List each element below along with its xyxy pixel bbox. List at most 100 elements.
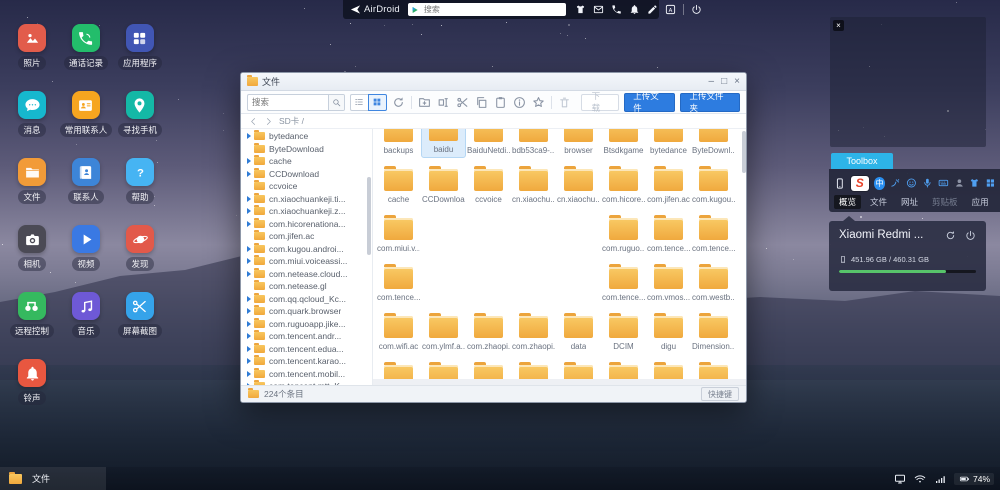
device-power-icon[interactable] bbox=[965, 230, 976, 241]
desktop-icon-screenshot[interactable]: 屏幕截图 bbox=[118, 292, 162, 359]
tree-item[interactable]: com.miui.voiceassi... bbox=[241, 255, 372, 268]
a-box-icon[interactable]: A bbox=[665, 4, 676, 15]
grid-item[interactable]: backups bbox=[376, 129, 421, 158]
search-icon[interactable] bbox=[328, 95, 344, 110]
grid-item[interactable]: com.kugou... bbox=[691, 158, 736, 207]
cut-icon[interactable] bbox=[456, 96, 469, 109]
upload-folder-button[interactable]: 上传文件夹 bbox=[680, 93, 740, 112]
tree-item[interactable]: cache bbox=[241, 155, 372, 168]
expand-arrow-icon[interactable] bbox=[247, 308, 254, 314]
grid-item[interactable]: baidu bbox=[421, 129, 466, 158]
tree-item[interactable]: com.netease.gl bbox=[241, 280, 372, 293]
refresh-device-icon[interactable] bbox=[945, 230, 956, 241]
taskbar-item-files[interactable]: 文件 bbox=[0, 467, 106, 490]
tree-item[interactable]: com.kugou.androi... bbox=[241, 243, 372, 256]
shortcut-keys-button[interactable]: 快捷键 bbox=[701, 387, 739, 401]
grid-item[interactable]: cache bbox=[376, 158, 421, 207]
voice-icon[interactable] bbox=[922, 177, 933, 189]
info-icon[interactable] bbox=[513, 96, 526, 109]
tree-item[interactable]: com.qq.qcloud_Kc... bbox=[241, 293, 372, 306]
desktop-icon-discover[interactable]: 发现 bbox=[126, 225, 154, 292]
toolbox-tab-应用[interactable]: 应用 bbox=[967, 195, 994, 209]
grid-item[interactable]: com.tence... bbox=[376, 256, 421, 305]
wifi-icon[interactable] bbox=[914, 473, 926, 485]
expand-arrow-icon[interactable] bbox=[247, 133, 254, 139]
grid-item[interactable]: cn.xiaochu... bbox=[511, 158, 556, 207]
tree-item[interactable]: ccvoice bbox=[241, 180, 372, 193]
expand-arrow-icon[interactable] bbox=[247, 208, 254, 214]
toolbox-tab-概览[interactable]: 概览 bbox=[834, 195, 861, 209]
skin-icon[interactable] bbox=[969, 177, 980, 189]
toolbox-tab-文件[interactable]: 文件 bbox=[865, 195, 892, 209]
chinese-input-icon[interactable]: 中 bbox=[874, 177, 886, 190]
phone-icon[interactable] bbox=[611, 4, 622, 15]
copy-icon[interactable] bbox=[475, 96, 488, 109]
desktop-icon-contacts[interactable]: 联系人 bbox=[68, 158, 104, 225]
tree-item[interactable]: ByteDownload bbox=[241, 143, 372, 156]
expand-arrow-icon[interactable] bbox=[247, 333, 254, 339]
contact-icon[interactable] bbox=[954, 177, 965, 189]
expand-arrow-icon[interactable] bbox=[247, 321, 254, 327]
grid-item[interactable]: digu bbox=[646, 305, 691, 354]
back-icon[interactable] bbox=[249, 117, 258, 126]
grid-item[interactable]: com.tence... bbox=[646, 207, 691, 256]
file-search[interactable] bbox=[247, 94, 345, 111]
grid-item[interactable]: Btsdkgame bbox=[601, 129, 646, 158]
maximize-button[interactable]: □ bbox=[721, 77, 727, 87]
grid-item[interactable]: com.hicore... bbox=[601, 158, 646, 207]
desktop-icon-find-phone[interactable]: 寻找手机 bbox=[118, 91, 162, 158]
phone-icon[interactable] bbox=[834, 177, 846, 190]
expand-arrow-icon[interactable] bbox=[247, 158, 254, 164]
grid-hscrollbar[interactable] bbox=[373, 379, 746, 385]
refresh-icon[interactable] bbox=[392, 96, 405, 109]
apps-grid-icon[interactable] bbox=[985, 177, 996, 189]
grid-item[interactable]: com.tence... bbox=[601, 256, 646, 305]
tree-item[interactable]: bytedance bbox=[241, 130, 372, 143]
forward-icon[interactable] bbox=[264, 117, 273, 126]
grid-scrollbar[interactable] bbox=[742, 131, 746, 173]
handwriting-icon[interactable] bbox=[890, 177, 901, 189]
grid-item[interactable]: com.vmos... bbox=[646, 256, 691, 305]
new-folder-icon[interactable] bbox=[418, 96, 431, 109]
tree-item[interactable]: com.tencent.edua... bbox=[241, 343, 372, 356]
grid-item[interactable]: com.tence... bbox=[691, 207, 736, 256]
expand-arrow-icon[interactable] bbox=[247, 221, 254, 227]
bell-icon[interactable] bbox=[629, 4, 640, 15]
tree-item[interactable]: com.ruguoapp.jike... bbox=[241, 318, 372, 331]
expand-arrow-icon[interactable] bbox=[247, 383, 254, 385]
battery-indicator[interactable]: 74% bbox=[954, 473, 994, 485]
tree-item[interactable]: CCDownload bbox=[241, 168, 372, 181]
grid-item[interactable]: com.westb... bbox=[691, 256, 736, 305]
desktop-icon-messages[interactable]: 消息 bbox=[18, 91, 46, 158]
download-button[interactable]: 下载 bbox=[581, 94, 620, 111]
expand-arrow-icon[interactable] bbox=[247, 196, 254, 202]
grid-item[interactable]: BaiduNetdi... bbox=[466, 129, 511, 158]
desktop-icon-remote-control[interactable]: 远程控制 bbox=[10, 292, 54, 359]
grid-item[interactable]: DCIM bbox=[601, 305, 646, 354]
desktop-icon-call-log[interactable]: 通话记录 bbox=[64, 24, 108, 91]
close-button[interactable]: × bbox=[734, 77, 740, 87]
tree-item[interactable]: com.netease.cloud... bbox=[241, 268, 372, 281]
pencil-icon[interactable] bbox=[647, 4, 658, 15]
mail-icon[interactable] bbox=[593, 4, 604, 15]
delete-icon[interactable] bbox=[558, 96, 571, 109]
emoji-icon[interactable] bbox=[906, 177, 917, 189]
expand-arrow-icon[interactable] bbox=[247, 358, 254, 364]
tree-item[interactable]: com.jifen.ac bbox=[241, 230, 372, 243]
sogou-input-icon[interactable]: S bbox=[851, 176, 869, 191]
desktop-icon-camera[interactable]: 相机 bbox=[18, 225, 46, 292]
desktop-icon-photos[interactable]: 照片 bbox=[18, 24, 46, 91]
expand-arrow-icon[interactable] bbox=[247, 346, 254, 352]
toolbox-tab-网址[interactable]: 网址 bbox=[896, 195, 923, 209]
grid-item[interactable]: com.ruguo... bbox=[601, 207, 646, 256]
window-titlebar[interactable]: 文件 – □ × bbox=[241, 73, 746, 91]
tree-item[interactable]: com.tencent.mobil... bbox=[241, 368, 372, 381]
expand-arrow-icon[interactable] bbox=[247, 271, 254, 277]
upload-file-button[interactable]: 上传文件 bbox=[624, 93, 675, 112]
toolbox-tab[interactable]: Toolbox bbox=[831, 153, 893, 169]
expand-arrow-icon[interactable] bbox=[247, 371, 254, 377]
desktop-icon-music[interactable]: 音乐 bbox=[72, 292, 100, 359]
tree-scrollbar[interactable] bbox=[367, 177, 371, 255]
grid-item[interactable]: bytedance bbox=[646, 129, 691, 158]
grid-item[interactable]: com.ylmf.a... bbox=[421, 305, 466, 354]
